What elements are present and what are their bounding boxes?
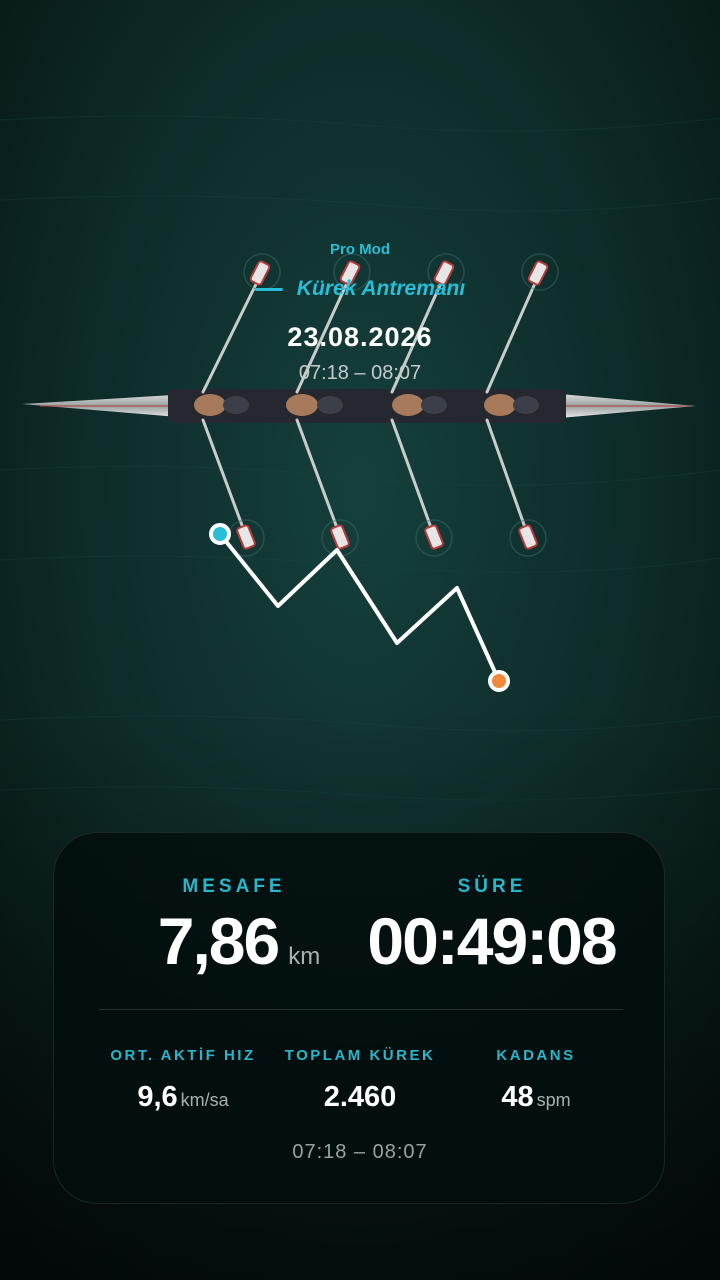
distance-label: MESAFE <box>182 876 286 897</box>
activity-time-range: 07:18 – 08:07 <box>298 362 422 384</box>
activity-title-row: Kürek Antremanı <box>0 277 720 301</box>
stats-card: MESAFE 7,86 km SÜRE 00:49:08 ORT. AKTİF … <box>53 832 665 1204</box>
cadence-value: 48 spm <box>451 1081 621 1114</box>
route-end-marker <box>488 670 510 692</box>
total-strokes-number: 2.460 <box>323 1081 397 1113</box>
avg-speed-number: 9,6 <box>137 1081 178 1113</box>
card-divider <box>99 1009 623 1010</box>
avg-speed-unit: km/sa <box>180 1090 229 1110</box>
card-time-range: 07:18 – 08:07 <box>292 1141 428 1163</box>
mode-label: Pro Mod <box>330 241 390 258</box>
duration-number: 00:49:08 <box>367 904 617 978</box>
dash-icon <box>254 287 283 291</box>
cadence-label: KADANS <box>496 1047 576 1064</box>
total-strokes-label: TOPLAM KÜREK <box>284 1047 436 1064</box>
avg-speed-label: ORT. AKTİF HIZ <box>110 1047 256 1064</box>
activity-date: 23.08.2026 <box>287 322 433 352</box>
cadence-number: 48 <box>501 1081 534 1113</box>
total-strokes-value: 2.460 <box>275 1081 445 1114</box>
route-start-marker <box>209 523 231 545</box>
cadence-unit: spm <box>536 1090 571 1110</box>
duration-label: SÜRE <box>457 876 527 897</box>
distance-value: 7,86 km <box>94 903 384 979</box>
distance-number: 7,86 <box>157 904 280 978</box>
distance-unit: km <box>288 943 321 970</box>
activity-title: Kürek Antremanı <box>296 277 466 300</box>
duration-value: 00:49:08 <box>344 903 639 979</box>
avg-speed-value: 9,6 km/sa <box>98 1081 268 1114</box>
